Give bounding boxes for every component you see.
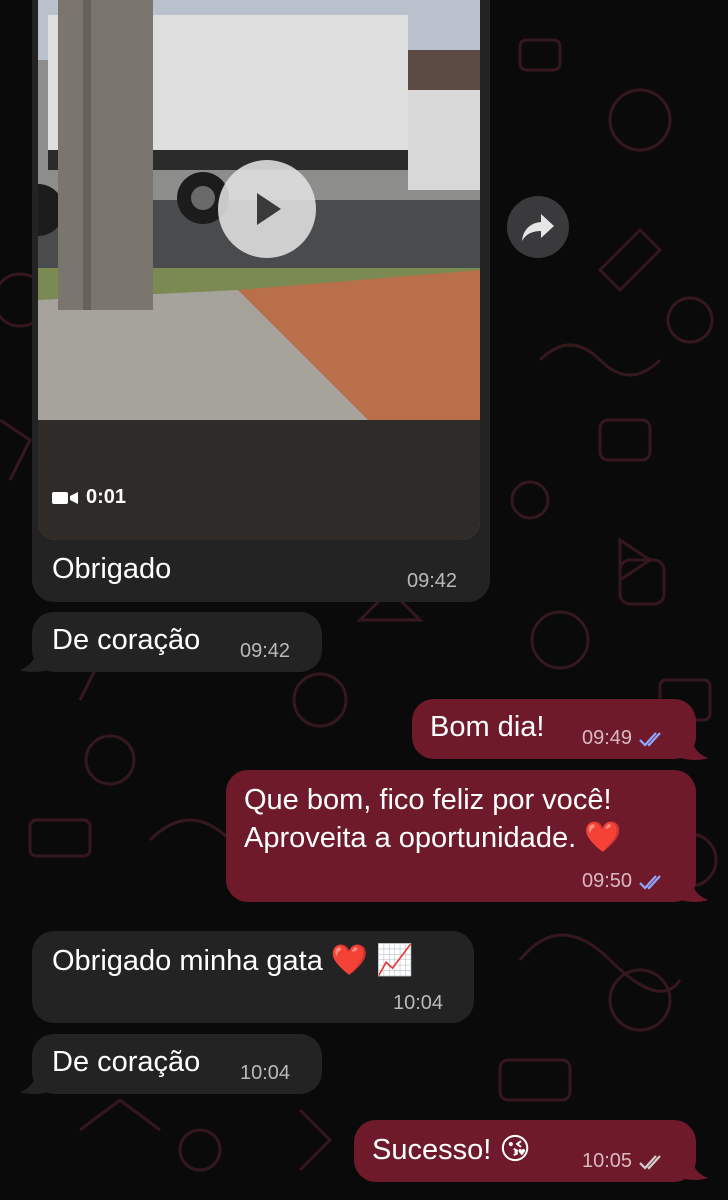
message-meta: 10:05 xyxy=(582,1150,668,1173)
message-text: De coração xyxy=(52,624,201,656)
read-receipt-icon xyxy=(639,731,661,747)
message-bubble[interactable]: Bom dia! 09:49 xyxy=(412,699,696,759)
message-text: Bom dia! xyxy=(430,711,545,743)
video-frame-image xyxy=(38,0,480,540)
message-time: 09:50 xyxy=(582,870,633,892)
message-bubble[interactable]: De coração 09:42 xyxy=(32,612,322,672)
message-time: 10:04 xyxy=(393,992,444,1014)
message-time: 09:42 xyxy=(407,570,458,592)
message-time: 09:42 xyxy=(240,640,291,662)
video-message-bubble[interactable]: 0:01 Obrigado 09:42 xyxy=(32,0,490,602)
chart-increasing-emoji: 📈 xyxy=(376,943,414,978)
message-bubble[interactable]: Obrigado minha gata ❤️ 📈 10:04 xyxy=(32,931,474,1023)
message-text: Obrigado minha gata ❤️ 📈 xyxy=(52,943,414,978)
video-thumbnail[interactable]: 0:01 xyxy=(38,0,480,540)
video-camera-icon xyxy=(52,491,78,504)
video-caption: Obrigado xyxy=(52,553,172,585)
message-bubble[interactable]: Que bom, fico feliz por você! Aproveita … xyxy=(226,770,696,902)
message-text: Sucesso! 😘 xyxy=(372,1132,531,1167)
forward-arrow-icon xyxy=(522,214,554,241)
forward-button[interactable] xyxy=(507,196,569,258)
delivered-receipt-icon xyxy=(639,1154,661,1170)
face-blowing-kiss-emoji: 😘 xyxy=(499,1132,531,1167)
red-heart-emoji: ❤️ xyxy=(584,820,622,855)
play-button[interactable] xyxy=(218,160,316,258)
message-time: 10:05 xyxy=(582,1150,633,1172)
video-duration: 0:01 xyxy=(52,486,126,509)
message-time: 09:49 xyxy=(582,727,633,749)
message-time: 10:04 xyxy=(240,1062,291,1084)
play-icon xyxy=(257,193,281,225)
message-text: De coração xyxy=(52,1046,201,1078)
message-meta: 09:50 xyxy=(582,870,668,893)
message-meta: 09:49 xyxy=(582,727,668,750)
message-bubble[interactable]: Sucesso! 😘 10:05 xyxy=(354,1120,696,1182)
red-heart-emoji: ❤️ xyxy=(330,943,369,978)
message-text-line-1: Que bom, fico feliz por você! xyxy=(244,784,612,816)
message-text-line-2: Aproveita a oportunidade. ❤️ xyxy=(244,820,622,855)
read-receipt-icon xyxy=(639,874,661,890)
message-bubble[interactable]: De coração 10:04 xyxy=(32,1034,322,1094)
